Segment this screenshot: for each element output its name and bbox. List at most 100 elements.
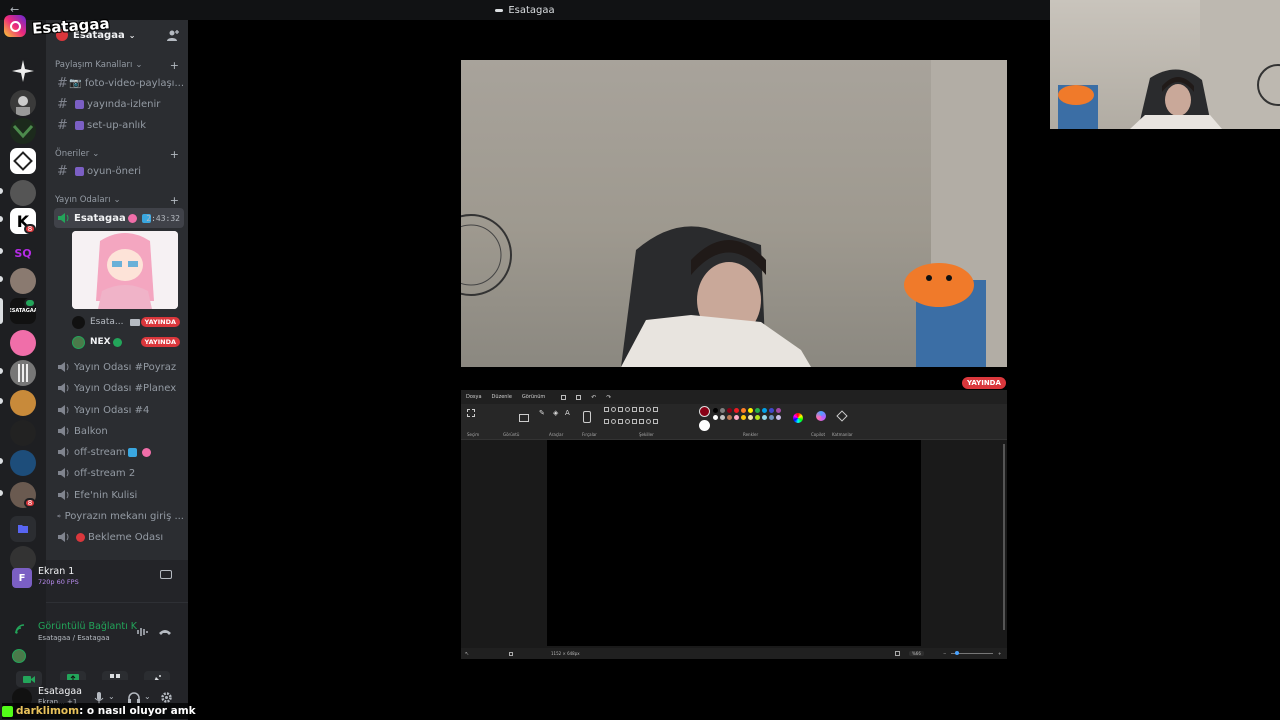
add-member-icon[interactable] [166,28,180,42]
undo-icon[interactable]: ↶ [591,394,596,401]
voice-channel-poyraz[interactable]: Yayın Odası #Poyraz [54,357,184,377]
server-avatar-2[interactable] [10,90,36,116]
edit-colors-icon[interactable] [793,413,803,423]
palette-color-swatch[interactable] [762,415,767,420]
server-avatar-anime[interactable] [10,330,36,356]
brushes-icon[interactable] [583,411,591,423]
user-name[interactable]: Esatagaa [38,686,82,697]
voice-channel-bekleme[interactable]: Bekleme Odası [54,527,184,547]
palette-color-swatch[interactable] [776,415,781,420]
server-avatar-14[interactable] [10,450,36,476]
palette-color-swatch[interactable] [741,408,746,413]
palette-color-swatch[interactable] [734,415,739,420]
palette-color-swatch[interactable] [762,408,767,413]
screen-share-avatar: F [12,568,32,588]
server-diamond[interactable] [10,148,36,174]
server-folder[interactable] [10,516,36,542]
channel-oyun-oneri[interactable]: # oyun-öneri [54,161,184,181]
server-avatar-13[interactable] [10,420,36,446]
voice-channel-planex[interactable]: Yayın Odası #Planex [54,378,184,398]
palette-color-swatch[interactable] [748,415,753,420]
palette-color-swatch[interactable] [748,408,753,413]
select-tool-icon[interactable] [467,409,475,417]
palette-color-swatch[interactable] [727,415,732,420]
voice-channel-balkon[interactable]: Balkon [54,421,184,441]
add-channel-icon[interactable]: + [170,148,179,161]
chevron-down-icon[interactable]: ⌄ [144,692,151,701]
copilot-icon[interactable] [816,411,826,421]
palette-color-swatch[interactable] [755,408,760,413]
palette-color-swatch[interactable] [720,408,725,413]
voice-status-title[interactable]: Görüntülü Bağlantı K [38,621,137,632]
zoom-slider-thumb[interactable] [955,651,959,655]
palette-color-swatch[interactable] [720,415,725,420]
zoom-out-icon[interactable]: − [943,651,946,656]
camera-stream[interactable] [461,60,1007,367]
zoom-select[interactable]: %66 [909,651,924,656]
unread-pill [0,216,3,222]
noise-suppression-icon[interactable] [136,626,150,638]
voice-channel-efe[interactable]: Efe'nin Kulisi [54,485,184,505]
channel-label: 📷 foto-video-paylaşı... [69,77,184,89]
channel-foto-video[interactable]: # 📷 foto-video-paylaşı... [54,73,184,93]
zoom-in-icon[interactable]: + [998,651,1001,656]
palette-color-swatch[interactable] [755,415,760,420]
category-paylasim[interactable]: Paylaşım Kanalları ⌄ + [55,59,179,72]
server-sq[interactable]: SQ [10,240,36,266]
palette-color-swatch[interactable] [769,408,774,413]
server-avatar-11[interactable] [10,360,36,386]
voice-channel-4[interactable]: Yayın Odası #4 [54,400,184,420]
title-bar: ← Esatagaa [0,0,1050,20]
server-star[interactable] [10,58,36,84]
save-icon[interactable] [561,394,567,400]
palette-color-swatch[interactable] [741,415,746,420]
stream-preview[interactable] [72,231,178,309]
server-owl[interactable] [10,118,36,144]
window-icon [495,8,504,12]
redo-icon[interactable]: ↷ [606,394,611,401]
voice-channel-off-stream-2[interactable]: off-stream 2 [54,463,184,483]
text-tool-icon[interactable]: A [565,409,570,417]
voice-channel-off-stream[interactable]: off-stream [54,442,184,462]
voice-channel-poyrazin-mekani[interactable]: Poyrazın mekanı giriş ... [54,506,184,526]
primary-color-swatch[interactable] [699,406,710,417]
shapes-gallery[interactable] [604,407,658,429]
pencil-icon[interactable]: ✎ [539,409,545,417]
paint-stream[interactable]: Dosya Düzenle Görünüm ↶ ↷ ✎ ◈ A Seçim Gö… [461,390,1007,659]
menu-dosya[interactable]: Dosya [466,394,482,400]
secondary-color-swatch[interactable] [699,420,710,431]
category-yayin-odalari[interactable]: Yayın Odaları ⌄ + [55,194,179,207]
channel-set-up-anlik[interactable]: # set-up-anlık [54,115,184,135]
voice-channel-esatagaa[interactable]: Esatagaa 2:43:32 [54,208,184,228]
paint-canvas[interactable] [547,440,921,646]
category-oneriler[interactable]: Öneriler ⌄ + [55,148,179,161]
channel-yayinda-izlenir[interactable]: # yayında-izlenir [54,94,184,114]
voice-member-nex[interactable]: NEX YAYINDA [72,334,184,350]
layers-menu-icon[interactable] [576,394,582,400]
palette-color-swatch[interactable] [776,408,781,413]
image-tool-icon[interactable] [519,414,529,422]
disconnect-icon[interactable] [158,626,172,638]
fit-icon[interactable] [895,651,900,656]
palette-color-swatch[interactable] [769,415,774,420]
fill-icon[interactable]: ◈ [553,409,558,417]
vertical-scrollbar[interactable] [1003,444,1005,630]
add-channel-icon[interactable]: + [170,59,179,72]
channel-label: set-up-anlık [87,119,146,131]
voice-member-esata[interactable]: Esata... YAYINDA [72,314,184,330]
stop-stream-icon[interactable] [160,570,172,579]
menu-duzenle[interactable]: Düzenle [492,394,512,400]
server-tiger[interactable] [10,390,36,416]
chevron-down-icon[interactable]: ⌄ [108,692,115,701]
palette-color-swatch[interactable] [734,408,739,413]
menu-gorunum[interactable]: Görünüm [522,394,545,400]
add-channel-icon[interactable]: + [170,194,179,207]
palette-color-swatch[interactable] [713,415,718,420]
camera-button[interactable] [16,671,42,687]
server-avatar-8[interactable] [10,268,36,294]
server-avatar-5[interactable] [10,180,36,206]
palette-color-swatch[interactable] [727,408,732,413]
palette-color-swatch[interactable] [713,408,718,413]
layers-icon[interactable] [836,410,848,422]
chevron-down-icon: ⌄ [92,149,100,159]
